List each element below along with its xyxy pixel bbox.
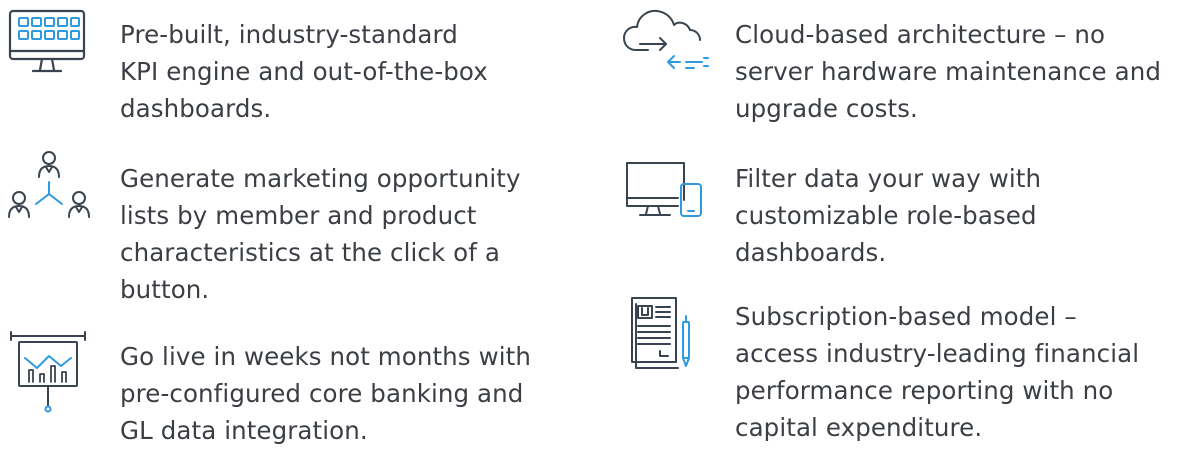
monitor-phone-icon — [626, 162, 716, 252]
feature-subscription: Subscription-based model – access indust… — [612, 290, 1195, 452]
cloud-transfer-icon — [622, 6, 712, 96]
feature-text: Subscription-based model – access indust… — [735, 302, 1140, 442]
monitor-dashboard-icon — [8, 9, 99, 100]
feature-text: Cloud-based architecture – no server har… — [735, 20, 1162, 123]
feature-cloud-architecture: Cloud-based architecture – no server har… — [612, 0, 1195, 140]
feature-prebuilt-kpi: Pre-built, industry-standard KPI engine … — [0, 0, 590, 140]
feature-marketing-lists: Generate marketing opportunity lists by … — [0, 150, 590, 305]
document-pen-icon — [628, 296, 718, 386]
feature-text: Go live in weeks not months with pre-con… — [120, 342, 531, 445]
feature-text: Generate marketing opportunity lists by … — [120, 164, 521, 304]
feature-filter-data: Filter data your way with customizable r… — [612, 150, 1195, 290]
feature-text: Filter data your way with customizable r… — [735, 164, 1042, 267]
feature-text: Pre-built, industry-standard KPI engine … — [120, 20, 488, 123]
feature-go-live: Go live in weeks not months with pre-con… — [0, 320, 590, 452]
presentation-chart-icon — [9, 331, 99, 422]
people-network-icon — [6, 150, 96, 240]
